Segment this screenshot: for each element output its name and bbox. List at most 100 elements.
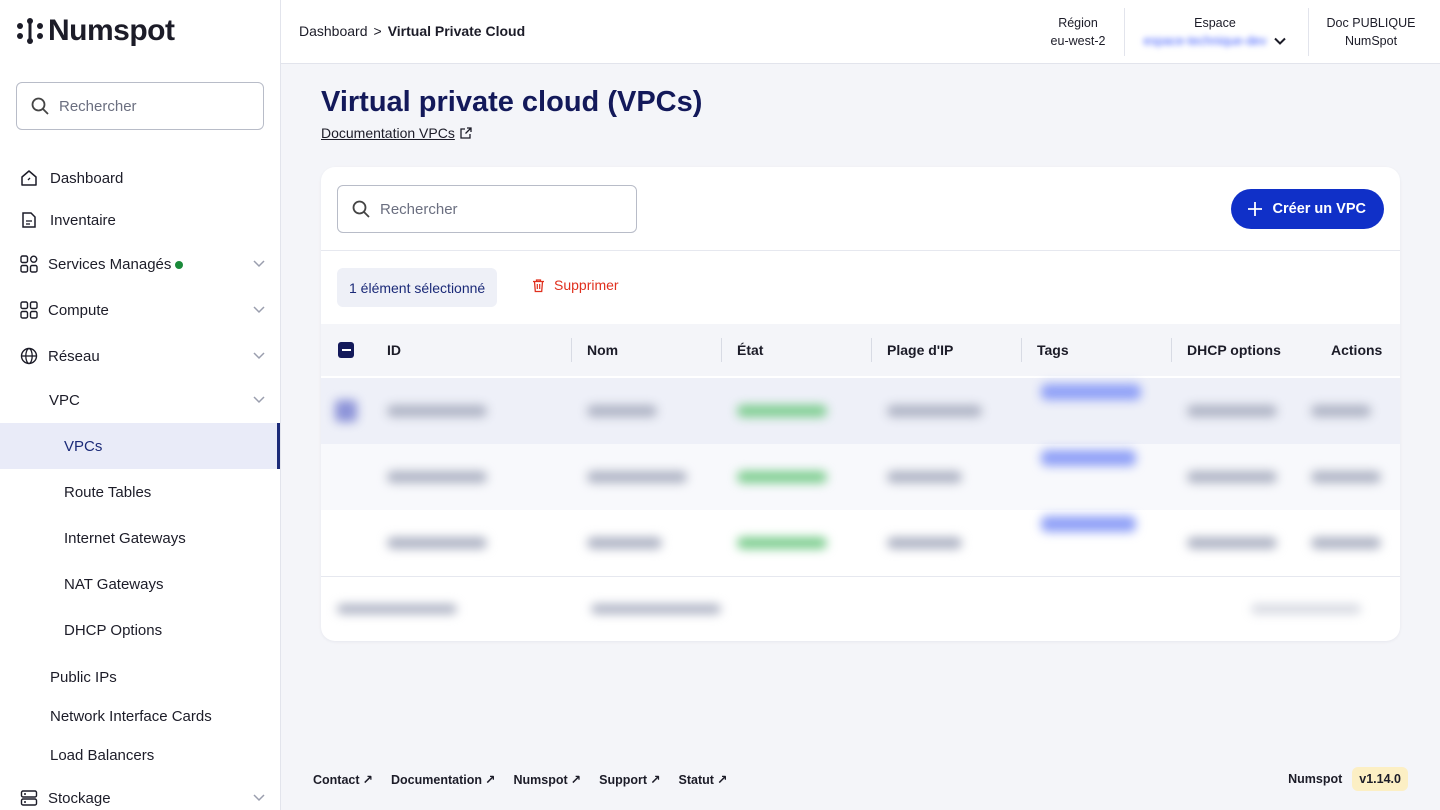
documentation-link[interactable]: Documentation VPCs xyxy=(321,125,473,141)
sidebar-item-vpcs[interactable]: VPCs xyxy=(0,423,280,469)
numspot-logo[interactable]: Numspot xyxy=(16,14,175,48)
table-row[interactable] xyxy=(321,378,1400,444)
plus-icon xyxy=(1247,202,1262,216)
espace-label: Espace xyxy=(1194,16,1236,30)
column-header-plage-ip[interactable]: Plage d'IP xyxy=(887,342,953,358)
sidebar-item-label: Load Balancers xyxy=(50,746,155,764)
sidebar-item-label: Compute xyxy=(48,301,109,319)
doc-value: NumSpot xyxy=(1344,34,1398,48)
sidebar-item-label: VPCs xyxy=(64,437,103,455)
footer-link-documentation[interactable]: Documentation ↗ xyxy=(391,772,496,788)
redacted-status xyxy=(737,537,827,549)
redacted-cell xyxy=(387,537,487,549)
redacted-cell xyxy=(587,471,687,483)
region-selector[interactable]: Région eu-west-2 xyxy=(1043,0,1113,64)
home-icon xyxy=(19,168,39,188)
selection-count-chip: 1 élément sélectionné xyxy=(337,268,498,307)
create-vpc-button[interactable]: Créer un VPC xyxy=(1230,189,1384,229)
column-divider xyxy=(1021,338,1022,362)
brand-name: Numspot xyxy=(48,14,175,47)
footer-company: Numspot xyxy=(1288,772,1343,786)
storage-icon xyxy=(19,788,39,808)
sidebar-item-label: Network Interface Cards xyxy=(50,707,212,725)
sidebar-search[interactable] xyxy=(16,82,264,130)
table-row[interactable] xyxy=(321,510,1400,576)
arrow-up-right-icon: ↗ xyxy=(362,773,374,787)
sidebar-item-compute[interactable]: Compute xyxy=(0,287,280,333)
create-vpc-label: Créer un VPC xyxy=(1272,201,1366,217)
footer-link-support[interactable]: Support ↗ xyxy=(599,772,660,788)
column-header-etat[interactable]: État xyxy=(737,342,763,358)
sidebar-item-route-tables[interactable]: Route Tables xyxy=(0,469,280,515)
sidebar-item-dhcp-options[interactable]: DHCP Options xyxy=(0,607,280,653)
footer-links: Contact ↗ Documentation ↗ Numspot ↗ Support… xyxy=(313,772,728,788)
column-divider xyxy=(871,338,872,362)
sidebar-item-label: Services Managés xyxy=(48,256,184,273)
redacted-cell xyxy=(1187,537,1277,549)
sidebar-item-label: Dashboard xyxy=(50,169,124,187)
column-header-tags[interactable]: Tags xyxy=(1037,342,1069,358)
column-header-dhcp-options[interactable]: DHCP options xyxy=(1187,342,1281,358)
sidebar-item-load-balancers[interactable]: Load Balancers xyxy=(0,732,280,778)
redacted-actions[interactable] xyxy=(1311,471,1381,483)
sidebar-item-internet-gateways[interactable]: Internet Gateways xyxy=(0,515,280,561)
redacted-tag xyxy=(1041,384,1141,400)
footer-link-contact[interactable]: Contact ↗ xyxy=(313,772,374,788)
chevron-down-icon xyxy=(1273,37,1286,45)
sidebar-search-input[interactable] xyxy=(59,97,249,115)
footer-link-statut[interactable]: Statut ↗ xyxy=(679,772,728,788)
trash-icon xyxy=(533,278,544,292)
row-checkbox[interactable] xyxy=(335,400,357,422)
sidebar-item-label: NAT Gateways xyxy=(64,575,164,593)
breadcrumb-dashboard[interactable]: Dashboard xyxy=(299,23,368,39)
sidebar-item-dashboard[interactable]: Dashboard xyxy=(0,155,280,201)
chevron-down-icon xyxy=(252,256,266,274)
delete-button[interactable]: Supprimer xyxy=(531,277,619,293)
divider xyxy=(321,576,1400,577)
sidebar-item-nat-gateways[interactable]: NAT Gateways xyxy=(0,561,280,607)
sidebar-item-vpc[interactable]: VPC xyxy=(0,377,280,423)
column-header-id[interactable]: ID xyxy=(387,342,401,358)
espace-selector[interactable]: Espace espace-technique-dev xyxy=(1139,0,1291,64)
divider xyxy=(1124,8,1125,56)
topbar: Dashboard > Virtual Private Cloud Région… xyxy=(281,0,1440,64)
arrow-up-right-icon: ↗ xyxy=(485,773,496,787)
search-icon xyxy=(31,97,49,115)
asterisk-logo-icon xyxy=(17,18,43,44)
footer-link-numspot[interactable]: Numspot ↗ xyxy=(513,772,582,788)
doc-account[interactable]: Doc PUBLIQUE NumSpot xyxy=(1321,0,1421,64)
espace-value: espace-technique-dev xyxy=(1143,34,1267,48)
region-label: Région xyxy=(1058,16,1098,30)
grid-icon xyxy=(19,300,39,320)
sidebar-item-label: DHCP Options xyxy=(64,621,163,639)
table-search[interactable] xyxy=(337,185,637,233)
page-title: Virtual private cloud (VPCs) xyxy=(321,86,703,118)
external-link-icon xyxy=(460,127,472,139)
arrow-up-right-icon: ↗ xyxy=(716,773,728,787)
sidebar-item-services-manages[interactable]: Services Managés xyxy=(0,241,280,287)
footer-version-info: Numspot v1.14.0 xyxy=(1288,767,1408,791)
divider xyxy=(321,250,1400,251)
arrow-up-right-icon: ↗ xyxy=(570,773,582,787)
column-header-nom[interactable]: Nom xyxy=(587,342,618,358)
sidebar-item-label: Public IPs xyxy=(50,668,117,686)
services-icon xyxy=(19,254,39,274)
divider xyxy=(1308,8,1309,56)
redacted-status xyxy=(737,405,827,417)
sidebar-item-inventaire[interactable]: Inventaire xyxy=(0,197,280,243)
sidebar-item-reseau[interactable]: Réseau xyxy=(0,333,280,379)
redacted-pagination[interactable] xyxy=(1251,604,1361,614)
documentation-link-label: Documentation VPCs xyxy=(321,125,455,141)
redacted-cell xyxy=(887,537,962,549)
redacted-actions[interactable] xyxy=(1311,537,1381,549)
redacted-actions[interactable] xyxy=(1311,405,1371,417)
table-row[interactable] xyxy=(321,444,1400,510)
sidebar-item-label: Inventaire xyxy=(50,211,116,229)
select-all-checkbox[interactable] xyxy=(338,342,354,358)
table-search-input[interactable] xyxy=(380,200,620,218)
document-icon xyxy=(19,210,39,230)
chevron-down-icon xyxy=(252,348,266,366)
sidebar-item-stockage[interactable]: Stockage xyxy=(0,775,280,810)
globe-icon xyxy=(19,346,39,366)
sidebar-item-label: Réseau xyxy=(48,347,100,365)
